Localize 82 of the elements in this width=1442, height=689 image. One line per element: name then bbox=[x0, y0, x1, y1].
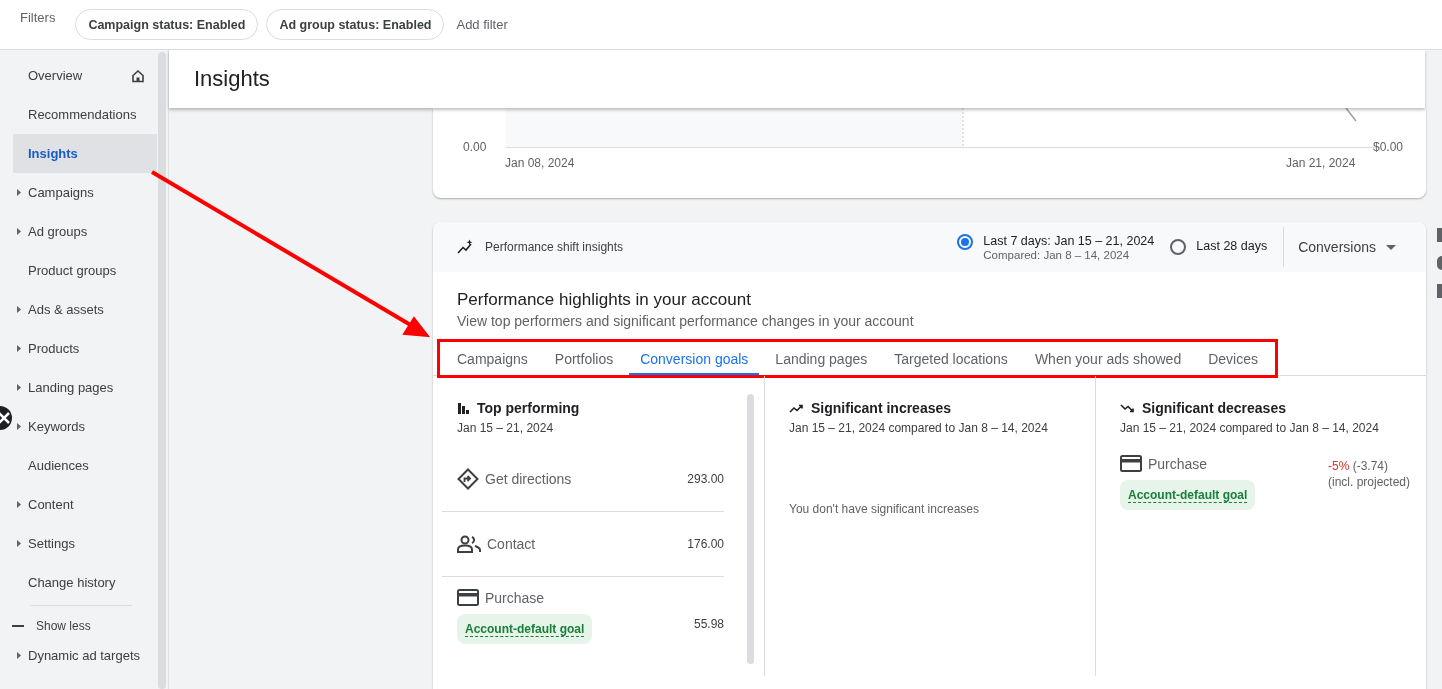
column-date: Jan 15 – 21, 2024 compared to Jan 8 – 14, 2024 bbox=[789, 421, 1049, 435]
card-title: Performance shift insights bbox=[485, 240, 624, 254]
trend-down-icon bbox=[1120, 403, 1134, 413]
nav-item[interactable]: Landing pages bbox=[13, 368, 157, 407]
conversion-value: 176.00 bbox=[687, 537, 724, 551]
empty-message: You don't have significant increases bbox=[789, 502, 980, 516]
tab[interactable]: Landing pages bbox=[764, 342, 879, 375]
date-range-option[interactable]: Last 7 days: Jan 15 – 21, 2024 Compared: Jan 8 – 14, 2024 bbox=[957, 233, 1155, 261]
radio-button[interactable] bbox=[1170, 239, 1187, 255]
column-date: Jan 15 – 21, 2024 compared to Jan 8 – 14, 2024 bbox=[1120, 421, 1380, 435]
add-filter-link[interactable]: Add filter bbox=[452, 17, 512, 32]
nav-item[interactable]: Change history bbox=[13, 563, 157, 602]
metric-dropdown[interactable]: Conversions bbox=[1292, 239, 1396, 255]
people-icon bbox=[457, 535, 481, 553]
nav-item[interactable]: Campaigns bbox=[13, 173, 157, 212]
filters-label: Filters bbox=[20, 10, 56, 25]
option-label: Last 28 days bbox=[1196, 239, 1268, 253]
conversion-value: 293.00 bbox=[687, 472, 724, 486]
expand-icon bbox=[17, 423, 21, 430]
caret-icon bbox=[1386, 244, 1396, 250]
option-label: Last 7 days: Jan 15 – 21, 2024 bbox=[983, 233, 1155, 248]
filter-chip[interactable]: Campaign status: Enabled bbox=[75, 9, 259, 40]
bar-chart-icon bbox=[457, 402, 469, 414]
expand-icon bbox=[17, 540, 21, 547]
axis-label: 0.00 bbox=[463, 140, 487, 154]
option-sublabel: Compared: Jan 8 – 14, 2024 bbox=[983, 248, 1131, 261]
tab[interactable]: Devices bbox=[1197, 342, 1269, 375]
expand-icon bbox=[17, 652, 21, 659]
change-note: (incl. projected) bbox=[1327, 475, 1410, 489]
column-date: Jan 15 – 21, 2024 bbox=[457, 421, 555, 435]
section-heading: Performance highlights in your account bbox=[457, 290, 752, 310]
expand-icon bbox=[17, 189, 21, 196]
expand-icon bbox=[17, 384, 21, 391]
home-icon bbox=[131, 69, 145, 83]
column-title: Significant increases bbox=[811, 400, 952, 416]
directions-icon bbox=[457, 468, 479, 490]
credit-card-icon bbox=[1120, 455, 1142, 472]
goal-name: Contact bbox=[487, 536, 536, 552]
nav-item[interactable]: Products bbox=[13, 329, 157, 368]
goal-tag[interactable]: Account-default goal bbox=[1120, 480, 1256, 510]
conversion-value: 55.98 bbox=[693, 617, 724, 631]
radio-button[interactable] bbox=[957, 233, 974, 250]
tab[interactable]: Targeted locations bbox=[883, 342, 1019, 375]
date-range-option[interactable]: Last 28 days bbox=[1170, 239, 1268, 255]
tab[interactable]: When your ads showed bbox=[1023, 342, 1193, 375]
nav-item[interactable]: Keywords bbox=[13, 407, 157, 446]
credit-card-icon bbox=[457, 589, 479, 606]
nav-item[interactable]: Ads & assets bbox=[13, 290, 157, 329]
filter-chip[interactable]: Ad group status: Enabled bbox=[266, 9, 445, 40]
nav-item[interactable]: Dynamic ad targets bbox=[13, 643, 157, 667]
goal-name: Purchase bbox=[1148, 455, 1208, 472]
goal-name: Purchase bbox=[485, 589, 545, 606]
nav-item[interactable]: Settings bbox=[13, 524, 157, 563]
nav-item[interactable]: Audiences bbox=[13, 446, 157, 485]
show-less-button[interactable]: Show less bbox=[0, 609, 157, 643]
expand-icon bbox=[17, 345, 21, 352]
tab[interactable]: Campaigns bbox=[446, 342, 539, 375]
axis-label: Jan 08, 2024 bbox=[505, 156, 575, 170]
nav-item[interactable]: Overview bbox=[13, 56, 157, 95]
nav-item[interactable]: Insights bbox=[13, 134, 157, 173]
trend-up-icon bbox=[789, 403, 803, 413]
nav-item[interactable]: Content bbox=[13, 485, 157, 524]
axis-label: $0.00 bbox=[1373, 140, 1404, 154]
tab[interactable]: Conversion goals bbox=[629, 342, 760, 375]
column-title: Significant decreases bbox=[1142, 400, 1286, 416]
column-title: Top performing bbox=[477, 400, 580, 416]
goal-tag[interactable]: Account-default goal bbox=[457, 614, 593, 644]
section-subheading: View top performers and significant performance changes in your account bbox=[457, 313, 915, 329]
change-amount: (-3.74) bbox=[1352, 459, 1388, 473]
axis-label: Jan 21, 2024 bbox=[1286, 156, 1356, 170]
expand-icon bbox=[17, 306, 21, 313]
sparkle-trend-icon bbox=[457, 239, 473, 255]
expand-icon bbox=[17, 501, 21, 508]
change-percent: -5% bbox=[1327, 459, 1350, 473]
nav-item[interactable]: Recommendations bbox=[13, 95, 157, 134]
expand-icon bbox=[17, 228, 21, 235]
tab[interactable]: Portfolios bbox=[543, 342, 625, 375]
goal-name: Get directions bbox=[485, 471, 572, 487]
nav-item[interactable]: Product groups bbox=[13, 251, 157, 290]
page-title: Insights bbox=[194, 66, 270, 92]
minus-icon bbox=[12, 625, 24, 627]
nav-item[interactable]: Ad groups bbox=[13, 212, 157, 251]
